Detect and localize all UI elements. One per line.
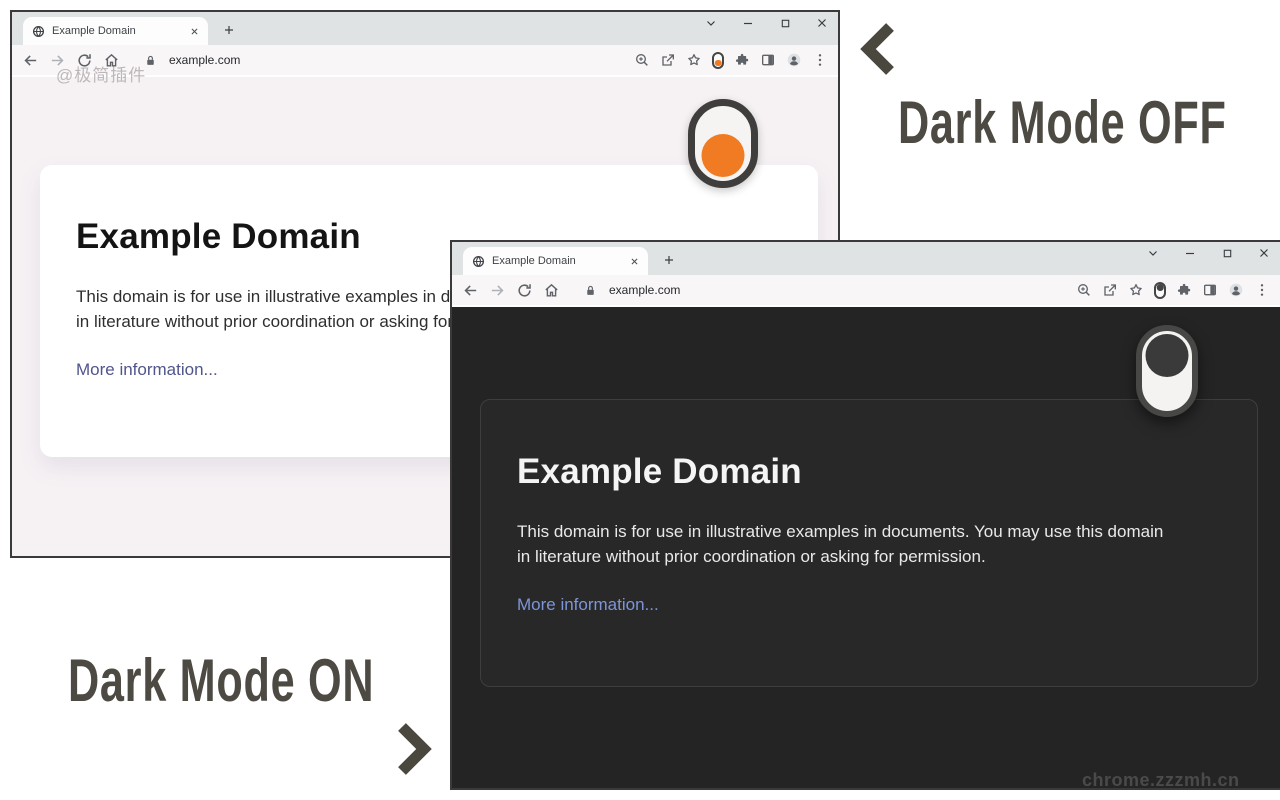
window-maximize-icon: [1223, 249, 1231, 257]
new-tab-plus-icon: [665, 256, 673, 264]
browser-toolbar: example.com: [452, 275, 1280, 305]
extensions-puzzle-icon[interactable]: [734, 52, 750, 68]
screenshot-canvas: Example Domain example.com Example Domai…: [0, 0, 1280, 800]
browser-window-dark: Example Domain example.com Example Domai…: [450, 240, 1280, 790]
extension-toggle-dot: [714, 59, 722, 66]
window-minimize-icon: [1186, 252, 1194, 255]
menu-dots-icon[interactable]: [1254, 282, 1270, 298]
dark-mode-off-label: Dark Mode OFF: [898, 89, 1227, 156]
address-bar[interactable]: example.com: [609, 283, 680, 297]
window-controls: [703, 15, 830, 31]
address-bar[interactable]: example.com: [169, 53, 240, 67]
window-close-button[interactable]: [814, 15, 830, 31]
sidebar-icon[interactable]: [760, 52, 776, 68]
content-card: Example Domain This domain is for use in…: [480, 399, 1258, 687]
dark-mode-on-label: Dark Mode ON: [68, 647, 375, 714]
toggle-knob-dark: [1145, 334, 1189, 377]
window-maximize-icon: [781, 19, 789, 27]
dark-mode-extension-icon[interactable]: [1154, 281, 1166, 299]
more-information-link[interactable]: More information...: [76, 360, 218, 379]
toolbar-right-icons: [634, 51, 828, 69]
share-icon[interactable]: [1102, 282, 1118, 298]
window-maximize-button[interactable]: [777, 15, 793, 31]
lock-icon: [587, 285, 594, 295]
share-icon[interactable]: [660, 52, 676, 68]
forward-icon[interactable]: [489, 282, 506, 299]
sidebar-icon[interactable]: [1202, 282, 1218, 298]
new-tab-plus-icon: [225, 26, 233, 34]
window-controls: [1145, 245, 1272, 261]
zoom-icon[interactable]: [634, 52, 650, 68]
window-close-icon: [818, 19, 826, 27]
menu-dots-icon[interactable]: [812, 52, 828, 68]
tab-title: Example Domain: [52, 25, 136, 37]
profile-avatar-icon[interactable]: [786, 52, 802, 68]
profile-avatar-icon[interactable]: [1228, 282, 1244, 298]
back-icon[interactable]: [462, 282, 479, 299]
toolbar-right-icons: [1076, 281, 1270, 299]
web-page-dark: Example Domain This domain is for use in…: [452, 307, 1280, 790]
watermark-chrome-zzzmh: chrome.zzzmh.cn: [1082, 770, 1240, 790]
reload-icon[interactable]: [516, 282, 533, 299]
globe-favicon-icon: [32, 25, 45, 37]
tab-close-icon[interactable]: [190, 27, 199, 36]
window-chevron-down-icon: [1149, 251, 1157, 256]
home-icon[interactable]: [543, 282, 560, 299]
window-close-icon: [1260, 249, 1268, 257]
tab-close-icon[interactable]: [630, 257, 639, 266]
extensions-puzzle-icon[interactable]: [1176, 282, 1192, 298]
dark-mode-extension-icon[interactable]: [712, 51, 724, 69]
window-minimize-icon: [744, 22, 752, 25]
tab-bar: Example Domain: [12, 12, 838, 45]
window-minimize-button[interactable]: [1182, 245, 1198, 261]
tab-title: Example Domain: [492, 255, 576, 267]
window-minimize-button[interactable]: [740, 15, 756, 31]
more-information-link[interactable]: More information...: [517, 595, 659, 614]
tab-bar: Example Domain: [452, 242, 1280, 275]
dark-mode-toggle-illustration-off: [688, 99, 758, 188]
toggle-knob-orange: [701, 134, 745, 177]
star-icon[interactable]: [686, 52, 702, 68]
back-icon[interactable]: [22, 52, 39, 69]
browser-tab[interactable]: Example Domain: [23, 17, 208, 45]
new-tab-button[interactable]: [216, 17, 242, 43]
window-dropdown-button[interactable]: [703, 15, 719, 31]
chevron-right-annotation-icon: [398, 723, 432, 775]
globe-favicon-icon: [472, 255, 485, 267]
chevron-left-annotation-icon: [860, 23, 894, 75]
new-tab-button[interactable]: [656, 247, 682, 273]
window-close-button[interactable]: [1256, 245, 1272, 261]
dark-mode-toggle-illustration-on: [1136, 325, 1198, 417]
page-title: Example Domain: [517, 452, 802, 491]
window-maximize-button[interactable]: [1219, 245, 1235, 261]
browser-tab[interactable]: Example Domain: [463, 247, 648, 275]
star-icon[interactable]: [1128, 282, 1144, 298]
window-chevron-down-icon: [707, 21, 715, 26]
zoom-icon[interactable]: [1076, 282, 1092, 298]
watermark-jijian-plugin: @极简插件: [56, 66, 147, 85]
window-dropdown-button[interactable]: [1145, 245, 1161, 261]
page-paragraph: This domain is for use in illustrative e…: [517, 522, 1164, 566]
extension-toggle-dot: [1156, 284, 1164, 291]
